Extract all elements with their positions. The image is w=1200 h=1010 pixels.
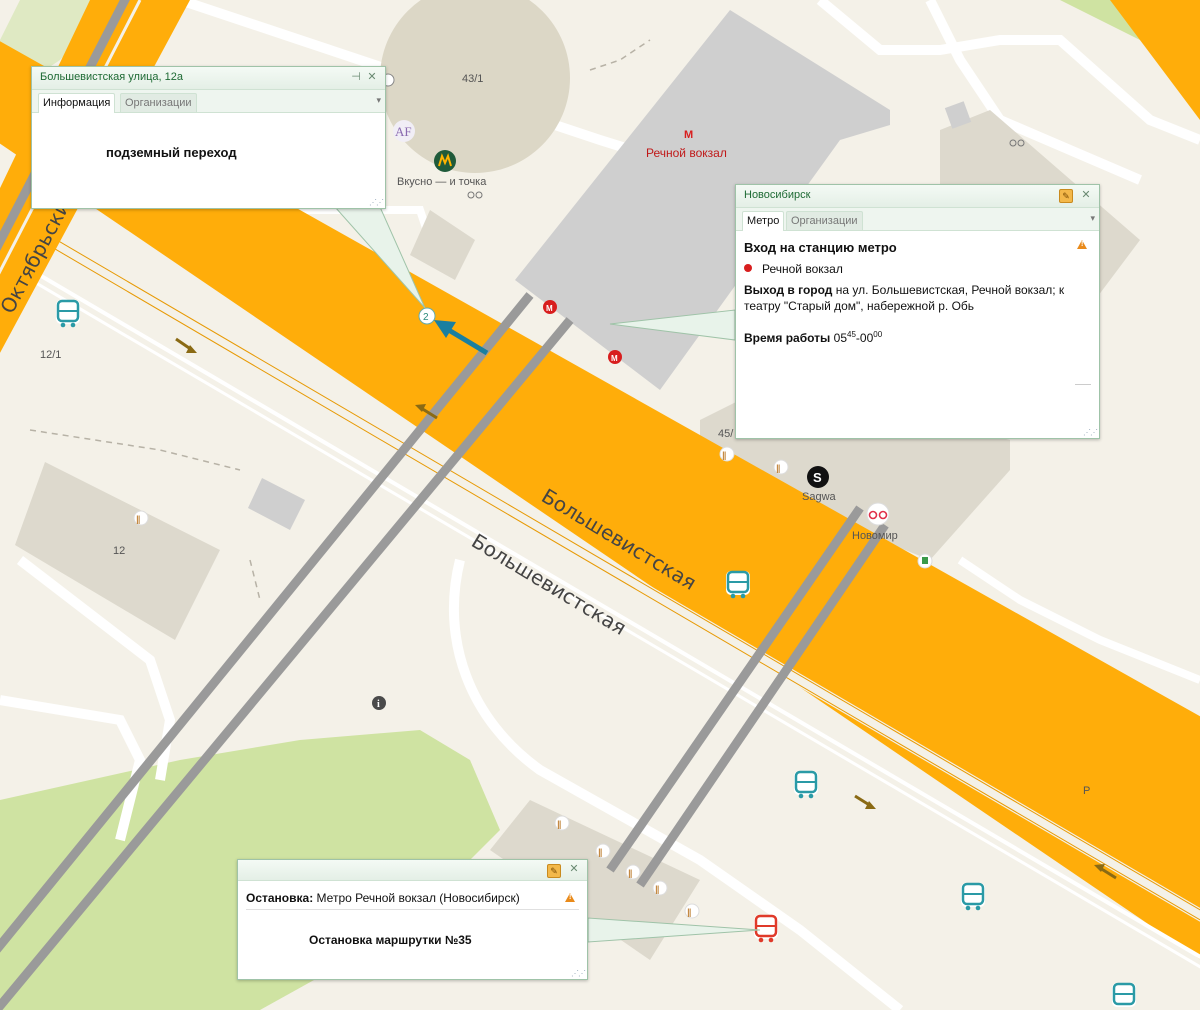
af-logo-icon[interactable]: AF xyxy=(393,120,415,142)
restaurant-icon[interactable]: ǁ xyxy=(554,815,570,831)
warning-icon[interactable] xyxy=(1077,240,1087,249)
popup-tabs: Информация Организации ▾ xyxy=(32,90,385,113)
bus-stop-icon[interactable] xyxy=(794,770,818,799)
svg-text:AF: AF xyxy=(395,124,412,139)
restaurant-icon[interactable]: ǁ xyxy=(684,903,700,919)
stop-description: Остановка маршрутки №35 xyxy=(309,933,472,947)
resize-grip-icon[interactable]: ⋰⋰ xyxy=(571,969,586,978)
restaurant-icon[interactable]: ǁ xyxy=(652,880,668,896)
popup-title: Новосибирск xyxy=(744,189,811,201)
metro-letter-label: М xyxy=(684,129,693,141)
hours-open: 05 xyxy=(833,331,847,345)
metro-dot-icon xyxy=(744,264,752,272)
exit-label: Выход в город xyxy=(744,283,833,297)
hours-open-minutes: 45 xyxy=(847,330,856,339)
pin-active-icon[interactable]: ✎ xyxy=(547,864,561,878)
svg-text:S: S xyxy=(813,470,822,485)
resize-grip-icon[interactable]: ⋰⋰ xyxy=(1083,428,1098,437)
label-12-1: 12/1 xyxy=(40,349,61,361)
svg-text:M: M xyxy=(611,354,618,363)
stop-heading: Остановка: Метро Речной вокзал (Новосиби… xyxy=(246,891,520,905)
popup-underpass[interactable]: Большевистская улица, 12а ⊣ ✕ Информация… xyxy=(31,66,386,209)
bus-stop-icon[interactable] xyxy=(56,299,80,328)
restaurant-icon[interactable]: ǁ xyxy=(625,864,641,880)
bus-stop-icon[interactable] xyxy=(726,570,750,599)
hours-close-minutes: 00 xyxy=(873,330,883,339)
tab-information[interactable]: Информация xyxy=(38,93,116,113)
label-parking: P xyxy=(1083,785,1090,797)
glasses-icon[interactable] xyxy=(866,502,890,526)
popup-header[interactable]: ✎ ✕ xyxy=(238,860,587,881)
resize-grip-icon[interactable]: ⋰⋰ xyxy=(369,198,384,207)
novomir-label[interactable]: Новомир xyxy=(852,530,898,542)
restaurant-icon[interactable]: ǁ xyxy=(595,843,611,859)
shop-icon[interactable] xyxy=(917,553,933,569)
close-icon[interactable]: ✕ xyxy=(365,70,379,84)
hours-label: Время работы xyxy=(744,331,831,345)
svg-text:ǁ: ǁ xyxy=(136,515,140,525)
station-name[interactable]: Речной вокзал xyxy=(762,262,843,276)
label-45: 45/ xyxy=(718,428,734,440)
warning-icon[interactable] xyxy=(565,893,575,902)
stop-label: Остановка: xyxy=(246,891,314,905)
divider xyxy=(1075,384,1091,385)
restaurant-icon[interactable]: ǁ xyxy=(133,510,149,526)
tab-metro[interactable]: Метро xyxy=(742,211,785,231)
label-12: 12 xyxy=(113,545,125,557)
station-row: Речной вокзал xyxy=(744,262,843,276)
close-icon[interactable]: ✕ xyxy=(1079,188,1093,202)
tab-organizations[interactable]: Организации xyxy=(786,211,863,230)
svg-text:ǁ: ǁ xyxy=(722,451,726,461)
restaurant-icon[interactable]: ǁ xyxy=(719,446,735,462)
underpass-description: подземный переход xyxy=(106,145,237,160)
hours-close: -00 xyxy=(855,331,874,345)
metro-heading: Вход на станцию метро xyxy=(744,240,897,255)
underpass-marker-icon[interactable]: 2 xyxy=(418,307,436,325)
svg-text:ǁ: ǁ xyxy=(557,820,561,830)
popup-title: Большевистская улица, 12а xyxy=(40,71,183,83)
svg-text:ǁ: ǁ xyxy=(628,869,632,879)
sagwa-icon[interactable]: S xyxy=(807,466,829,488)
stop-name: Метро Речной вокзал (Новосибирск) xyxy=(313,891,520,905)
metro-entrance-icon-1[interactable]: M xyxy=(543,300,557,314)
svg-text:ǁ: ǁ xyxy=(655,885,659,895)
popup-tabs: Метро Организации ▾ xyxy=(736,208,1099,231)
exit-description: Выход в город на ул. Большевистская, Реч… xyxy=(744,282,1084,314)
popup-bus-stop[interactable]: ✎ ✕ Остановка: Метро Речной вокзал (Ново… xyxy=(237,859,588,980)
svg-text:i: i xyxy=(377,699,380,710)
chevron-down-icon[interactable]: ▾ xyxy=(1090,213,1095,224)
bus-stop-icon-selected[interactable] xyxy=(754,914,778,943)
divider xyxy=(246,909,579,910)
pin-icon[interactable]: ⊣ xyxy=(349,70,363,84)
popup-header[interactable]: Новосибирск ✎ ✕ xyxy=(736,185,1099,208)
vkusno-label[interactable]: Вкусно — и точка xyxy=(397,176,487,188)
popup-header[interactable]: Большевистская улица, 12а ⊣ ✕ xyxy=(32,67,385,90)
close-icon[interactable]: ✕ xyxy=(567,862,581,876)
svg-text:ǁ: ǁ xyxy=(598,848,602,858)
vkusno-icon[interactable] xyxy=(434,150,456,172)
restaurant-icon[interactable]: ǁ xyxy=(773,459,789,475)
info-icon[interactable]: i xyxy=(372,696,386,710)
popup-body: подземный переход ⋰⋰ xyxy=(32,113,385,208)
sagwa-label[interactable]: Sagwa xyxy=(802,491,837,503)
popup-body: Вход на станцию метро Речной вокзал Выхо… xyxy=(736,231,1099,438)
chevron-down-icon[interactable]: ▾ xyxy=(376,95,381,106)
label-43-1: 43/1 xyxy=(462,73,483,85)
svg-text:2: 2 xyxy=(423,312,429,323)
bus-stop-icon[interactable] xyxy=(1112,982,1136,1007)
popup-metro[interactable]: Новосибирск ✎ ✕ Метро Организации ▾ Вход… xyxy=(735,184,1100,439)
metro-entrance-icon-2[interactable]: M xyxy=(608,350,622,364)
popup-body: Остановка: Метро Речной вокзал (Новосиби… xyxy=(238,881,587,979)
opening-hours: Время работы 0545-0000 xyxy=(744,330,882,345)
svg-text:ǁ: ǁ xyxy=(687,908,691,918)
svg-text:M: M xyxy=(546,304,553,313)
svg-text:ǁ: ǁ xyxy=(776,464,780,474)
metro-station-label[interactable]: Речной вокзал xyxy=(646,146,727,160)
tab-organizations[interactable]: Организации xyxy=(120,93,197,112)
pin-active-icon[interactable]: ✎ xyxy=(1059,189,1073,203)
bus-stop-icon[interactable] xyxy=(961,882,985,911)
